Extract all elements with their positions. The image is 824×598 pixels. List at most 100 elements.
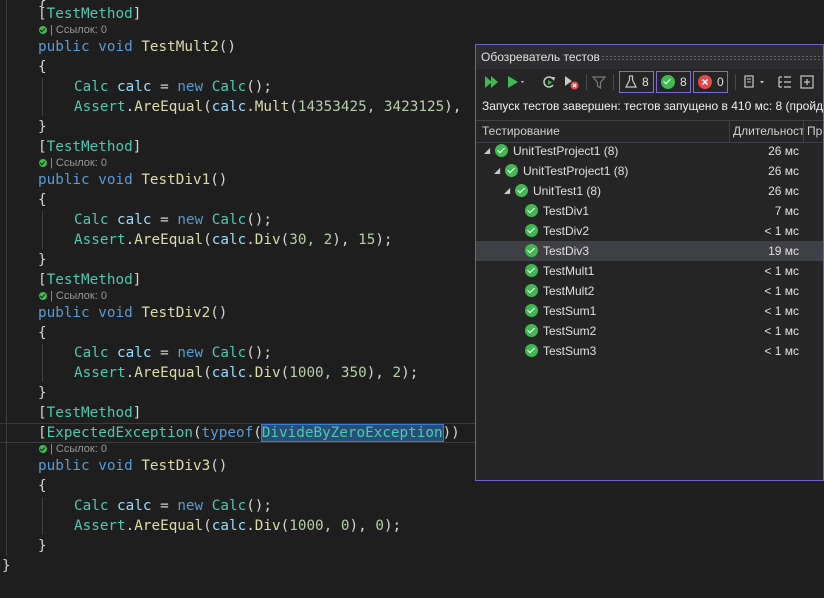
code-statement: Calc calc = new Calc(); (74, 345, 273, 361)
filter-failed-button[interactable]: 0 (693, 71, 728, 93)
indent-guide (42, 344, 43, 382)
check-icon (39, 292, 47, 300)
test-name: UnitTestProject1 (8) (513, 144, 619, 158)
filter-passed-button[interactable]: 8 (656, 71, 691, 93)
indent-guide (42, 497, 43, 535)
test-duration: 26 мс (768, 144, 799, 158)
filter-total-button[interactable]: 8 (619, 71, 654, 93)
codelens-refs[interactable]: | Ссылок: 0 (39, 442, 107, 456)
test-duration: < 1 мс (764, 304, 799, 318)
code-statement: Calc calc = new Calc(); (74, 212, 273, 228)
column-separator[interactable] (729, 121, 730, 142)
test-duration: < 1 мс (764, 264, 799, 278)
code-statement: Calc calc = new Calc(); (74, 498, 273, 514)
test-row[interactable]: TestSum3 < 1 мс (476, 341, 823, 361)
expand-arrow-icon[interactable]: ◢ (494, 161, 500, 181)
test-name: TestSum1 (543, 304, 597, 318)
code-statement: Assert.AreEqual(calc.Mult(14353425, 3423… (74, 99, 462, 115)
repeat-run-icon[interactable] (540, 72, 558, 92)
code-statement: Assert.AreEqual(calc.Div(1000, 350), 2); (74, 365, 419, 381)
test-row[interactable]: TestDiv2 < 1 мс (476, 221, 823, 241)
passed-icon (525, 244, 538, 257)
passed-icon (495, 144, 508, 157)
passed-icon (525, 324, 538, 337)
attr-test-method: [TestMethod] (38, 272, 142, 288)
code-brace: } (38, 385, 47, 401)
test-name: UnitTestProject1 (8) (523, 164, 629, 178)
code-brace: } (2, 558, 11, 574)
expand-arrow-icon[interactable]: ◢ (504, 181, 510, 201)
column-header-test[interactable]: Тестирование (482, 121, 560, 141)
codelens-refs[interactable]: | Ссылок: 0 (39, 289, 107, 303)
code-brace: } (38, 119, 47, 135)
expand-all-icon[interactable] (798, 72, 816, 92)
selected-identifier: DivideByZeroException (260, 424, 444, 442)
test-explorer-title: Обозреватель тестов (481, 50, 600, 64)
passed-icon (505, 164, 518, 177)
indent-guide (6, 0, 7, 556)
code-brace: } (38, 252, 47, 268)
test-row[interactable]: TestMult1 < 1 мс (476, 261, 823, 281)
passed-icon (525, 344, 538, 357)
code-statement: Assert.AreEqual(calc.Div(30, 2), 15); (74, 232, 393, 248)
toolbar-separator (735, 74, 736, 90)
test-duration: < 1 мс (764, 224, 799, 238)
test-duration: < 1 мс (764, 344, 799, 358)
passed-icon (525, 224, 538, 237)
test-name: TestDiv3 (543, 244, 590, 258)
test-row[interactable]: TestDiv3 19 мс (476, 241, 823, 261)
method-signature: public void TestMult2() (38, 39, 236, 55)
attr-expected-exception: [ExpectedException(typeof(DivideByZeroEx… (38, 424, 460, 442)
test-explorer-titlebar[interactable]: Обозреватель тестов (476, 45, 823, 69)
test-duration: 26 мс (768, 184, 799, 198)
passed-icon (661, 75, 675, 89)
test-name: UnitTest1 (8) (533, 184, 602, 198)
codelens-refs[interactable]: | Ссылок: 0 (39, 156, 107, 170)
test-name: TestSum2 (543, 324, 597, 338)
test-duration: 7 мс (774, 204, 799, 218)
check-icon (39, 26, 47, 34)
code-brace: { (38, 192, 47, 208)
drag-grip[interactable] (601, 55, 823, 60)
group-by-icon[interactable] (776, 72, 794, 92)
codelens-refs[interactable]: | Ссылок: 0 (39, 23, 107, 37)
test-list-header: Тестирование Длительност При (476, 120, 823, 143)
code-statement: Calc calc = new Calc(); (74, 79, 273, 95)
test-row[interactable]: TestDiv1 7 мс (476, 201, 823, 221)
test-name: TestDiv2 (543, 224, 590, 238)
test-group-row[interactable]: ◢ UnitTest1 (8) 26 мс (476, 181, 823, 201)
code-brace: { (38, 59, 47, 75)
indent-guide (42, 211, 43, 249)
test-row[interactable]: TestSum1 < 1 мс (476, 301, 823, 321)
test-duration: < 1 мс (764, 324, 799, 338)
column-separator[interactable] (803, 121, 804, 142)
check-icon (39, 159, 47, 167)
test-name: TestDiv1 (543, 204, 590, 218)
passed-icon (525, 204, 538, 217)
failed-icon (698, 75, 712, 89)
attr-test-method: [TestMethod] (38, 6, 142, 22)
method-signature: public void TestDiv1() (38, 172, 228, 188)
test-group-row[interactable]: ◢ UnitTestProject1 (8) 26 мс (476, 161, 823, 181)
test-duration: < 1 мс (764, 284, 799, 298)
run-all-icon[interactable] (482, 72, 500, 92)
run-icon[interactable] (504, 72, 528, 92)
run-failed-icon[interactable] (562, 72, 580, 92)
test-explorer-panel: Обозреватель тестов 8 8 0 Запуск тестов … (475, 44, 824, 481)
passed-icon (525, 264, 538, 277)
column-header-extra[interactable]: При (807, 121, 823, 141)
playlist-icon[interactable] (741, 72, 769, 92)
test-row[interactable]: TestMult2 < 1 мс (476, 281, 823, 301)
filter-icon[interactable] (590, 72, 608, 92)
test-group-row[interactable]: ◢ UnitTestProject1 (8) 26 мс (476, 141, 823, 161)
test-explorer-toolbar: 8 8 0 (476, 69, 823, 95)
test-row[interactable]: TestSum2 < 1 мс (476, 321, 823, 341)
code-brace: { (38, 325, 47, 341)
code-brace: } (38, 538, 47, 554)
expand-arrow-icon[interactable]: ◢ (484, 141, 490, 161)
toolbar-separator (586, 74, 587, 90)
toolbar-separator (613, 74, 614, 90)
passed-icon (515, 184, 528, 197)
column-header-duration[interactable]: Длительност (733, 121, 805, 141)
flask-icon (625, 75, 637, 88)
